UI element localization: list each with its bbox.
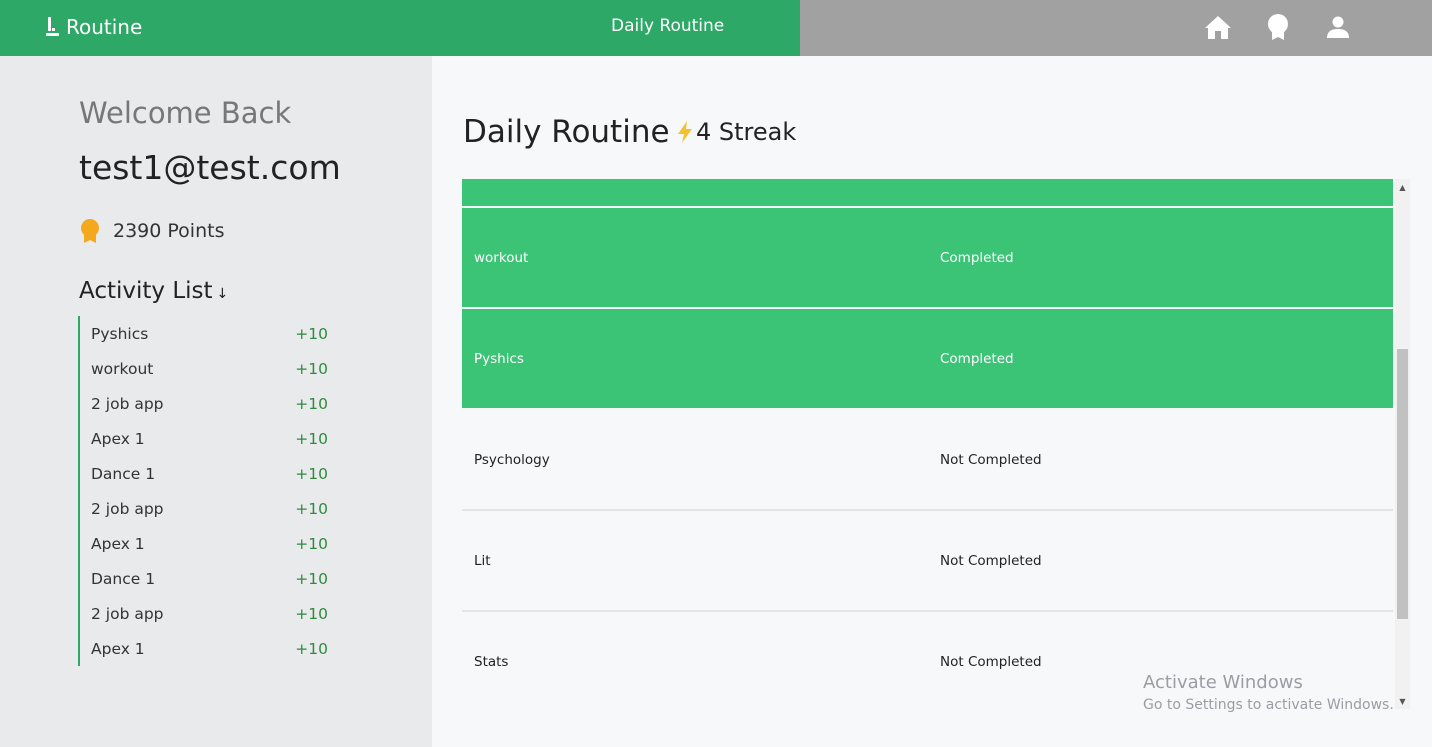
- activity-points: +10: [295, 359, 328, 378]
- activity-item: Dance 1 +10: [80, 561, 338, 596]
- activity-name: Apex 1: [91, 429, 145, 448]
- scroll-thumb[interactable]: [1397, 349, 1408, 619]
- badge-icon[interactable]: [1264, 13, 1292, 41]
- activity-name: 2 job app: [91, 499, 164, 518]
- watermark-title: Activate Windows: [1143, 672, 1303, 693]
- routine-row[interactable]: Lit Not Completed: [462, 511, 1393, 612]
- scroll-up-icon[interactable]: ▲: [1395, 179, 1410, 195]
- activity-points: +10: [295, 534, 328, 553]
- activity-item: Pyshics +10: [80, 316, 338, 351]
- routine-status: Not Completed: [940, 653, 1042, 670]
- windows-activation-watermark: Activate Windows Go to Settings to activ…: [1143, 672, 1394, 713]
- medal-icon: [81, 219, 99, 243]
- routine-row[interactable]: 2 job appCompleted: [462, 179, 1393, 208]
- activity-points: +10: [295, 569, 328, 588]
- routine-status: Completed: [940, 249, 1014, 266]
- routine-row[interactable]: workout Completed: [462, 208, 1393, 309]
- nav-daily-routine-link[interactable]: Daily Routine: [611, 16, 724, 36]
- activity-points: +10: [295, 464, 328, 483]
- routine-status: Not Completed: [940, 451, 1042, 468]
- activity-name: Apex 1: [91, 639, 145, 658]
- routine-table[interactable]: 2 job appCompletedworkoutCompletedPyshic…: [462, 179, 1410, 709]
- points-label: 2390 Points: [113, 220, 225, 242]
- activity-name: Apex 1: [91, 534, 145, 553]
- activity-item: 2 job app +10: [80, 596, 338, 631]
- main-content: Daily Routine 4 Streak 2 job appComplete…: [432, 56, 1432, 747]
- activity-name: Dance 1: [91, 464, 156, 483]
- activity-points: +10: [295, 499, 328, 518]
- streak-badge: 4 Streak: [676, 118, 796, 146]
- activity-points: +10: [295, 429, 328, 448]
- activity-list-heading: Activity List ↓: [79, 278, 228, 304]
- activity-item: workout +10: [80, 351, 338, 386]
- routine-status: Completed: [940, 350, 1014, 367]
- watermark-subtitle: Go to Settings to activate Windows.: [1143, 697, 1394, 713]
- activity-list-title: Activity List: [79, 278, 213, 304]
- table-scrollbar[interactable]: ▲ ▼: [1395, 179, 1410, 709]
- activity-name: Pyshics: [91, 324, 149, 343]
- brand-link[interactable]: Routine: [46, 14, 142, 40]
- activity-list: Pyshics +10 workout +10 2 job app +10 Apex 1 +1…: [78, 316, 338, 666]
- activity-name: Dance 1: [91, 569, 156, 588]
- user-icon[interactable]: [1324, 13, 1352, 41]
- routine-name: Stats: [474, 653, 509, 670]
- routine-row[interactable]: Psychology Not Completed: [462, 410, 1393, 511]
- activity-item: 2 job app +10: [80, 386, 338, 421]
- sidebar: Welcome Back test1@test.com 2390 Points …: [0, 56, 432, 747]
- user-email: test1@test.com: [79, 148, 341, 187]
- streak-label: 4 Streak: [696, 118, 797, 146]
- routine-name: workout: [474, 249, 529, 266]
- activity-points: +10: [295, 324, 328, 343]
- routine-row[interactable]: Pyshics Completed: [462, 309, 1393, 410]
- welcome-text: Welcome Back: [79, 96, 292, 130]
- activity-name: 2 job app: [91, 394, 164, 413]
- routine-name: Pyshics: [474, 350, 524, 367]
- top-navbar: Routine Daily Routine: [0, 0, 1432, 56]
- activity-points: +10: [295, 604, 328, 623]
- activity-item: Apex 1 +10: [80, 631, 338, 666]
- routine-table-body: 2 job appCompletedworkoutCompletedPyshic…: [462, 179, 1393, 709]
- routine-status: Not Completed: [940, 552, 1042, 569]
- activity-name: workout: [91, 359, 154, 378]
- activity-points: +10: [295, 394, 328, 413]
- activity-item: Apex 1 +10: [80, 421, 338, 456]
- routine-name: Psychology: [474, 451, 550, 468]
- brand-name: Routine: [66, 15, 143, 39]
- scroll-down-icon[interactable]: ▼: [1395, 693, 1410, 709]
- activity-name: 2 job app: [91, 604, 164, 623]
- activity-item: Dance 1 +10: [80, 456, 338, 491]
- home-icon[interactable]: [1204, 13, 1232, 41]
- lightning-icon: [678, 121, 692, 143]
- routine-name: Lit: [474, 552, 491, 569]
- activity-points: +10: [295, 639, 328, 658]
- brand-logo-icon: [46, 17, 60, 37]
- points-summary: 2390 Points: [79, 218, 224, 244]
- sort-arrow-icon[interactable]: ↓: [217, 286, 229, 302]
- page-title: Daily Routine: [463, 114, 670, 150]
- activity-item: 2 job app +10: [80, 491, 338, 526]
- activity-item: Apex 1 +10: [80, 526, 338, 561]
